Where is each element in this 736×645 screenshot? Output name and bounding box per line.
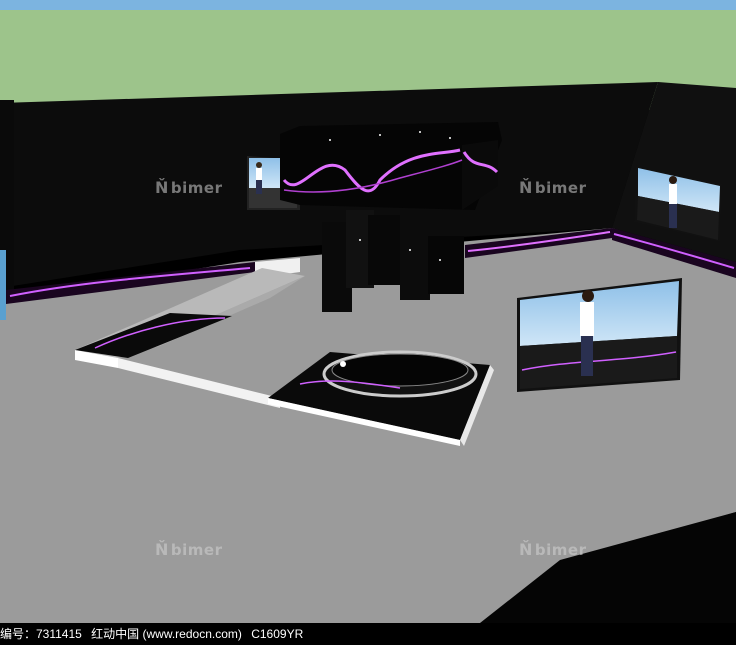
left-edge-screen [0,250,6,320]
footer-site: 红动中国 (www.redocn.com) [91,627,242,641]
watermark-logo-icon: Ň [519,178,533,197]
watermark: Ňbimer [519,178,586,197]
watermark-text: bimer [534,179,587,197]
watermark-text: bimer [170,541,223,559]
watermark-logo-icon: Ň [519,540,533,559]
watermark: Ňbimer [519,540,586,559]
stage-render-scene [0,0,736,623]
watermark-logo-icon: Ň [155,540,169,559]
footer-bar: 编号：7311415 红动中国 (www.redocn.com) C1609YR [0,623,736,645]
watermark: Ňbimer [155,540,222,559]
watermark: Ňbimer [155,178,222,197]
watermark-text: bimer [170,179,223,197]
footer-code: C1609YR [251,627,304,641]
footer-id: 编号：7311415 [0,627,82,641]
watermark-logo-icon: Ň [155,178,169,197]
watermark-text: bimer [534,541,587,559]
screen-front-right [517,278,682,392]
overhead-led-box [280,122,502,210]
